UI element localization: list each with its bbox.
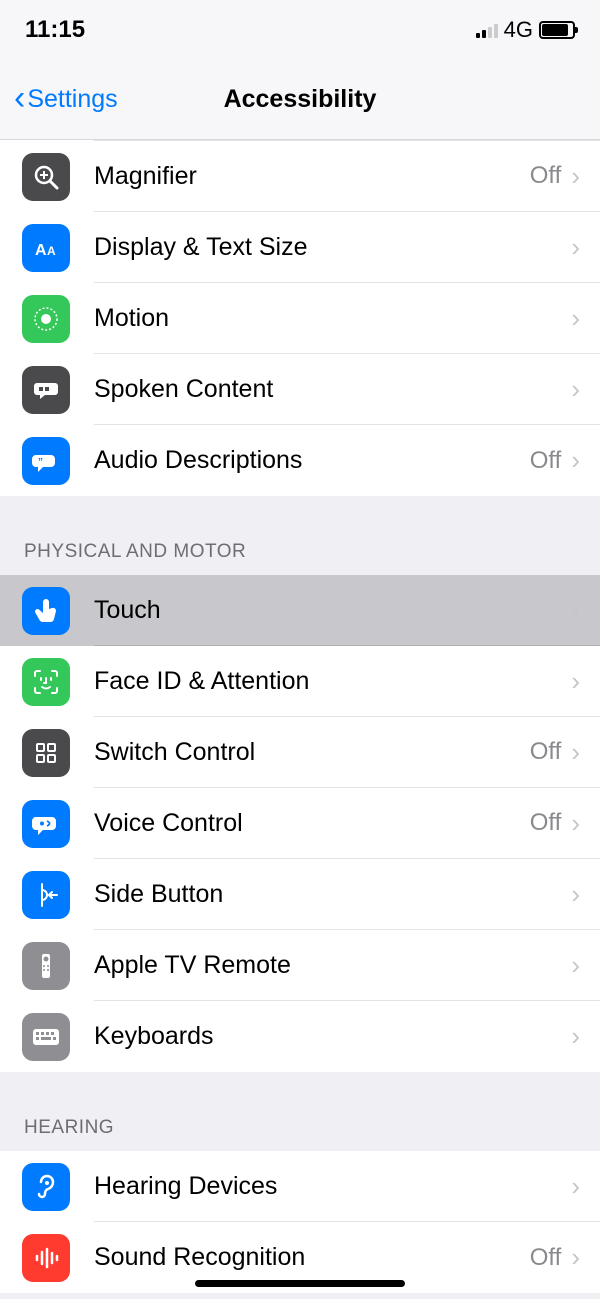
section-physical: Touch › Face ID & Attention › Switch Con…: [0, 575, 600, 1072]
chevron-right-icon: ›: [571, 950, 580, 981]
row-label: Magnifier: [94, 162, 530, 191]
chevron-right-icon: ›: [571, 1242, 580, 1273]
row-spoken-content[interactable]: Spoken Content ›: [0, 354, 600, 425]
scroll-area[interactable]: VoiceOver › Magnifier Off › AA Display &…: [0, 140, 600, 1299]
chevron-right-icon: ›: [571, 445, 580, 476]
text-size-icon: AA: [22, 224, 70, 272]
section-header-physical: Physical and Motor: [0, 496, 600, 575]
status-time: 11:15: [25, 16, 85, 44]
row-label: Motion: [94, 304, 561, 333]
side-button-icon: [22, 871, 70, 919]
cellular-signal-icon: [476, 22, 498, 38]
chevron-right-icon: ›: [571, 666, 580, 697]
row-faceid[interactable]: Face ID & Attention ›: [0, 646, 600, 717]
row-motion[interactable]: Motion ›: [0, 283, 600, 354]
page-title: Accessibility: [0, 85, 600, 114]
chevron-right-icon: ›: [571, 161, 580, 192]
touch-icon: [22, 587, 70, 635]
svg-text:A: A: [35, 242, 47, 259]
hearing-icon: [22, 1163, 70, 1211]
spoken-content-icon: [22, 366, 70, 414]
row-value: Off: [530, 738, 562, 766]
row-value: Off: [530, 809, 562, 837]
row-label: Switch Control: [94, 738, 530, 767]
chevron-right-icon: ›: [571, 232, 580, 263]
section-vision: VoiceOver › Magnifier Off › AA Display &…: [0, 140, 600, 496]
chevron-right-icon: ›: [571, 1171, 580, 1202]
svg-text:A: A: [47, 244, 56, 258]
audio-descriptions-icon: ”: [22, 437, 70, 485]
voice-control-icon: [22, 800, 70, 848]
status-bar: 11:15 4G: [0, 0, 600, 60]
section-hearing: Hearing Devices › Sound Recognition Off …: [0, 1151, 600, 1293]
row-label: Touch: [94, 596, 561, 625]
row-audio-descriptions[interactable]: ” Audio Descriptions Off ›: [0, 425, 600, 496]
home-indicator: [195, 1280, 405, 1287]
status-right: 4G: [476, 17, 575, 43]
row-value: Off: [530, 162, 562, 190]
appletv-remote-icon: [22, 942, 70, 990]
row-appletv-remote[interactable]: Apple TV Remote ›: [0, 930, 600, 1001]
row-label: Sound Recognition: [94, 1243, 530, 1272]
row-display-text-size[interactable]: AA Display & Text Size ›: [0, 212, 600, 283]
row-magnifier[interactable]: Magnifier Off ›: [0, 141, 600, 212]
row-side-button[interactable]: Side Button ›: [0, 859, 600, 930]
row-label: Display & Text Size: [94, 233, 561, 262]
chevron-right-icon: ›: [571, 808, 580, 839]
row-label: Hearing Devices: [94, 1172, 561, 1201]
faceid-icon: [22, 658, 70, 706]
row-value: Off: [530, 447, 562, 475]
network-label: 4G: [504, 17, 533, 43]
chevron-right-icon: ›: [571, 374, 580, 405]
row-value: Off: [530, 1244, 562, 1272]
row-label: Face ID & Attention: [94, 667, 561, 696]
row-label: Keyboards: [94, 1022, 561, 1051]
section-header-hearing: Hearing: [0, 1072, 600, 1151]
row-keyboards[interactable]: Keyboards ›: [0, 1001, 600, 1072]
motion-icon: [22, 295, 70, 343]
switch-control-icon: [22, 729, 70, 777]
row-label: Voice Control: [94, 809, 530, 838]
chevron-right-icon: ›: [571, 303, 580, 334]
row-label: Audio Descriptions: [94, 446, 530, 475]
battery-icon: [539, 21, 575, 39]
sound-recognition-icon: [22, 1234, 70, 1282]
row-switch-control[interactable]: Switch Control Off ›: [0, 717, 600, 788]
svg-text:”: ”: [38, 457, 43, 468]
chevron-right-icon: ›: [571, 737, 580, 768]
chevron-right-icon: ›: [571, 595, 580, 626]
nav-bar: ‹ Settings Accessibility: [0, 60, 600, 140]
chevron-right-icon: ›: [571, 1021, 580, 1052]
row-label: Apple TV Remote: [94, 951, 561, 980]
row-hearing-devices[interactable]: Hearing Devices ›: [0, 1151, 600, 1222]
row-label: Side Button: [94, 880, 561, 909]
row-touch[interactable]: Touch ›: [0, 575, 600, 646]
magnifier-icon: [22, 153, 70, 201]
row-voice-control[interactable]: Voice Control Off ›: [0, 788, 600, 859]
keyboard-icon: [22, 1013, 70, 1061]
chevron-right-icon: ›: [571, 879, 580, 910]
row-label: Spoken Content: [94, 375, 561, 404]
